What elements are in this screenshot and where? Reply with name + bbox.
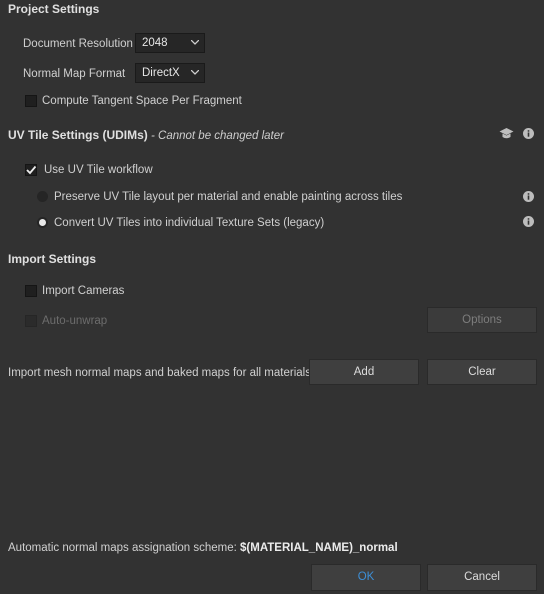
use-uv-tile-label: Use UV Tile workflow (44, 164, 153, 176)
import-settings-title: Import Settings (8, 252, 97, 266)
uv-tile-title-row: UV Tile Settings (UDIMs) - Cannot be cha… (8, 128, 284, 142)
import-cameras-checkbox[interactable] (25, 285, 37, 297)
info-icon[interactable] (523, 191, 534, 202)
radio-convert-uv-tiles[interactable] (37, 217, 48, 228)
compute-tangent-label: Compute Tangent Space Per Fragment (42, 95, 242, 107)
uv-tile-title: UV Tile Settings (UDIMs) (8, 128, 148, 142)
auto-unwrap-checkbox[interactable] (25, 315, 37, 327)
scheme-row: Automatic normal maps assignation scheme… (8, 542, 398, 554)
mesh-maps-text: Import mesh normal maps and baked maps f… (8, 367, 315, 379)
chevron-down-icon (191, 40, 199, 45)
add-button-label: Add (353, 366, 375, 378)
options-button-label: Options (462, 314, 502, 326)
preserve-uv-tile-label: Preserve UV Tile layout per material and… (54, 191, 403, 203)
auto-unwrap-label: Auto-unwrap (42, 315, 108, 327)
info-icon[interactable] (523, 128, 534, 139)
scheme-label: Automatic normal maps assignation scheme… (8, 542, 237, 554)
project-settings-title: Project Settings (8, 2, 100, 16)
ok-button-label: OK (357, 571, 375, 583)
cancel-button-label: Cancel (464, 571, 500, 583)
options-button[interactable]: Options (427, 307, 537, 333)
clear-button[interactable]: Clear (427, 359, 537, 385)
add-button[interactable]: Add (309, 359, 419, 385)
import-cameras-label: Import Cameras (42, 285, 125, 297)
ok-button[interactable]: OK (311, 564, 421, 591)
info-icon[interactable] (523, 216, 534, 227)
document-resolution-select[interactable]: 2048 (135, 33, 205, 53)
radio-preserve-uv-tile[interactable] (37, 191, 48, 202)
document-resolution-label: Document Resolution (23, 38, 133, 50)
scheme-value: $(MATERIAL_NAME)_normal (240, 542, 398, 554)
uv-tile-subtitle: - Cannot be changed later (147, 130, 284, 142)
normal-map-format-label: Normal Map Format (23, 68, 126, 80)
convert-uv-tiles-label: Convert UV Tiles into individual Texture… (54, 217, 325, 229)
normal-map-format-value: DirectX (142, 67, 180, 79)
chevron-down-icon (191, 70, 199, 75)
clear-button-label: Clear (468, 366, 496, 378)
checkmark-icon (26, 165, 37, 175)
normal-map-format-select[interactable]: DirectX (135, 63, 205, 83)
use-uv-tile-checkbox[interactable] (25, 164, 37, 176)
document-resolution-value: 2048 (142, 37, 168, 49)
cancel-button[interactable]: Cancel (427, 564, 537, 591)
compute-tangent-checkbox[interactable] (25, 95, 37, 107)
graduation-cap-icon[interactable] (499, 127, 514, 140)
